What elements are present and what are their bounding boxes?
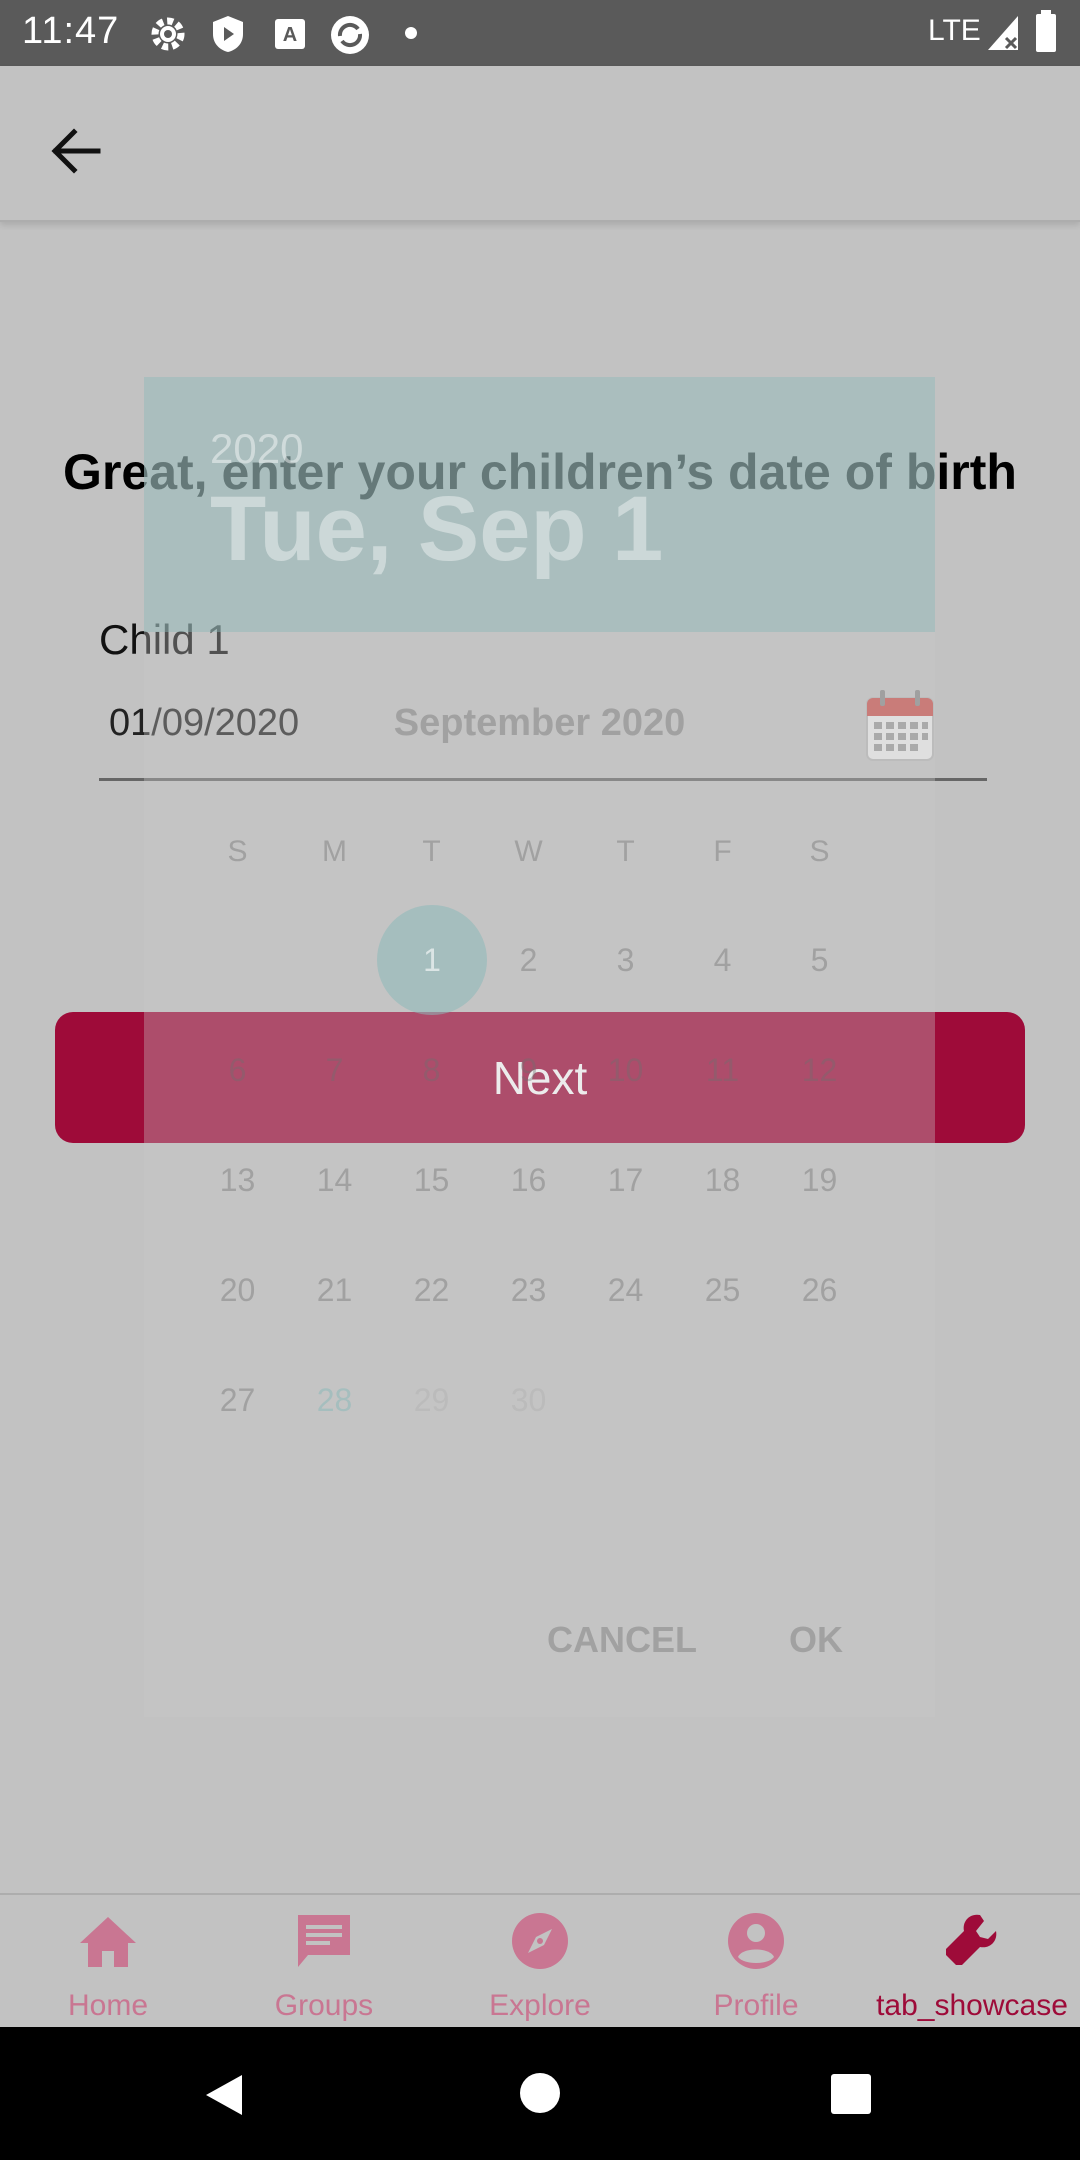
nav-label-home: Home <box>67 1989 149 2022</box>
dot-icon <box>405 27 417 39</box>
signal-icon <box>988 16 1018 50</box>
nav-item-profile[interactable]: Profile <box>648 1895 864 2029</box>
home-icon <box>80 1917 136 1967</box>
a-box-icon: A <box>275 19 305 49</box>
calendar-day[interactable]: 1 <box>377 905 487 1015</box>
cancel-button[interactable]: CANCEL <box>547 1619 697 1661</box>
back-triangle-icon[interactable] <box>202 2071 246 2119</box>
date-picker-header: 2020 Tue, Sep 1 <box>144 377 935 632</box>
calendar-day[interactable]: 14 <box>286 1162 383 1199</box>
child-label: Child 1 <box>99 616 230 663</box>
calendar-day[interactable]: 13 <box>189 1162 286 1199</box>
calendar-day[interactable]: 19 <box>771 1162 868 1199</box>
battery-icon <box>1036 10 1056 52</box>
weekday-header: T <box>616 835 635 868</box>
date-value[interactable]: 01/09/2020 <box>109 702 299 745</box>
weekday-header: M <box>322 835 347 868</box>
app-bar <box>0 66 1080 222</box>
nav-label-profile: Profile <box>713 1989 799 2022</box>
calendar-day[interactable]: 28 <box>286 1382 383 1419</box>
calendar-day[interactable]: 5 <box>771 942 868 979</box>
settings-icon <box>151 17 185 51</box>
nav-item-tab-showcase[interactable]: tab_showcase <box>864 1895 1080 2029</box>
bottom-navigation: Home Groups Explore Profile tab_showcase <box>0 1893 1080 2029</box>
svg-text:A: A <box>283 24 297 46</box>
weekday-header: F <box>713 835 732 868</box>
network-label: LTE <box>928 14 981 47</box>
calendar-icon[interactable] <box>864 688 936 764</box>
calendar-day[interactable]: 27 <box>189 1382 286 1419</box>
nav-item-groups[interactable]: Groups <box>216 1895 432 2029</box>
nav-item-explore[interactable]: Explore <box>432 1895 648 2029</box>
next-button[interactable]: Next <box>55 1012 1025 1143</box>
weekday-header: S <box>809 835 830 868</box>
calendar-day[interactable]: 26 <box>771 1272 868 1309</box>
date-of-birth-field[interactable]: 01/09/2020 <box>99 688 987 781</box>
nav-label-tab-showcase: tab_showcase <box>876 1989 1068 2022</box>
calendar-day[interactable]: 17 <box>577 1162 674 1199</box>
weekday-header: T <box>422 835 441 868</box>
home-circle-icon[interactable] <box>518 2071 562 2115</box>
compass-icon <box>512 1913 568 1969</box>
calendar-day[interactable]: 16 <box>480 1162 577 1199</box>
weekday-header: S <box>227 835 248 868</box>
nav-label-explore: Explore <box>489 1989 591 2022</box>
sync-icon <box>331 16 369 54</box>
page-title: Great, enter your children’s date of bir… <box>63 444 1017 500</box>
calendar-day[interactable]: 24 <box>577 1272 674 1309</box>
calendar-day[interactable]: 4 <box>674 942 771 979</box>
recents-square-icon[interactable] <box>830 2073 872 2115</box>
calendar-day[interactable]: 30 <box>480 1382 577 1419</box>
calendar-day[interactable]: 21 <box>286 1272 383 1309</box>
chat-icon <box>298 1915 350 1967</box>
calendar-day[interactable]: 29 <box>383 1382 480 1419</box>
nav-item-home[interactable]: Home <box>0 1895 216 2029</box>
calendar-day[interactable]: 25 <box>674 1272 771 1309</box>
weekday-header: W <box>514 835 543 868</box>
calendar-day[interactable]: 22 <box>383 1272 480 1309</box>
calendar-day[interactable]: 15 <box>383 1162 480 1199</box>
nav-label-groups: Groups <box>274 1989 374 2022</box>
shield-icon <box>213 16 243 52</box>
calendar-day[interactable]: 2 <box>480 942 577 979</box>
status-time: 11:47 <box>22 10 120 52</box>
ok-button[interactable]: OK <box>789 1619 843 1661</box>
calendar-day[interactable]: 18 <box>674 1162 771 1199</box>
calendar-day[interactable]: 20 <box>189 1272 286 1309</box>
status-bar: 11:47 A LTE <box>0 0 1080 66</box>
system-navigation-bar <box>0 2027 1080 2160</box>
calendar-day[interactable]: 3 <box>577 942 674 979</box>
arrow-left-icon[interactable] <box>42 116 112 186</box>
person-icon <box>728 1913 784 1969</box>
wrench-icon <box>946 1914 997 1965</box>
calendar-day[interactable]: 23 <box>480 1272 577 1309</box>
